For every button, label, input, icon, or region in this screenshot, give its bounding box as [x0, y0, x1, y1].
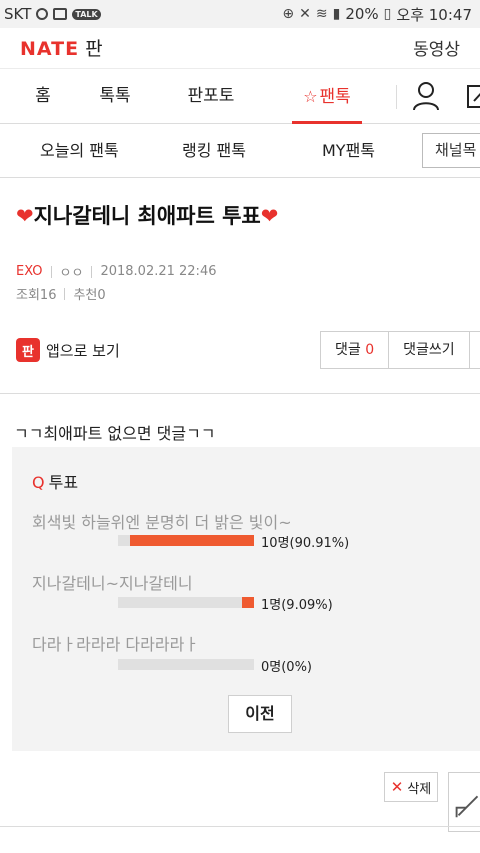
tab-fantalk[interactable]: ☆ 팬톡	[292, 69, 362, 124]
meta-separator	[50, 265, 52, 278]
share-float-icon[interactable]	[448, 772, 480, 832]
post-date: 2018.02.21 22:46	[100, 264, 217, 279]
poll-option-result: 0명(0%)	[261, 660, 312, 675]
poll-box: Q 투표 회색빛 하늘위엔 분명히 더 밝은 빛이~ 10명(90.91%) 지나…	[12, 447, 480, 751]
poll-bar-track	[118, 597, 254, 608]
view-count: 조회16	[16, 288, 57, 303]
heart-icon: ❤	[260, 204, 279, 228]
comment-button-group: 댓글 0 댓글쓰기 ·	[320, 331, 480, 369]
notification-dot-icon	[36, 8, 49, 20]
article-stats: 조회16 추천0	[16, 284, 106, 303]
channel-list-button[interactable]: 채널목	[422, 133, 480, 168]
comments-button[interactable]: 댓글 0	[321, 332, 390, 368]
kakaotalk-icon: TALK	[72, 8, 101, 20]
pan-app-icon: 판	[16, 338, 40, 362]
article-meta: EXO ㅇㅇ 2018.02.21 22:46	[16, 262, 216, 281]
tab-panphoto[interactable]: 판포토	[186, 69, 236, 124]
battery-level: 20%	[345, 5, 379, 23]
poll-option-result: 10명(90.91%)	[261, 536, 350, 551]
open-in-app-label: 앱으로 보기	[46, 341, 120, 360]
heart-icon: ❤	[16, 204, 34, 228]
signal-icon: ▮	[332, 6, 341, 22]
delete-label: 삭제	[407, 781, 432, 797]
poll-option-result: 1명(9.09%)	[261, 598, 333, 613]
page: SKT TALK ⊕ ✕ ≋ ▮ 20% ▯ 오후 10:47 NATE 판 동…	[0, 0, 480, 853]
meta-separator	[91, 265, 93, 278]
delete-button[interactable]: ✕ 삭제	[384, 772, 438, 802]
bottom-divider	[0, 826, 480, 827]
close-icon: ✕	[390, 778, 404, 796]
tab-toktok[interactable]: 톡톡	[98, 69, 132, 124]
logo-brand: NATE	[20, 37, 80, 60]
poll-q-label: Q	[32, 473, 45, 492]
battery-icon: ▯	[383, 6, 392, 22]
sub-nav: 오늘의 팬톡 랭킹 팬톡 MY팬톡	[0, 124, 480, 178]
poll-option-text[interactable]: 다라ㅏ라라라 다라라라ㅏ	[32, 631, 199, 655]
sync-icon: ⊕	[282, 6, 295, 22]
tab-home[interactable]: 홈	[28, 69, 58, 124]
poll-option-text[interactable]: 회색빛 하늘위엔 분명히 더 밝은 빛이~	[32, 509, 292, 533]
poll-prev-button[interactable]: 이전	[228, 695, 292, 733]
open-in-app-button[interactable]: 판 앱으로 보기	[16, 338, 120, 362]
meta-separator	[64, 287, 66, 300]
user-icon[interactable]	[412, 81, 440, 111]
nav-divider	[396, 85, 397, 109]
mute-icon: ✕	[299, 6, 311, 22]
subtab-my-fantalk[interactable]: MY팬톡	[322, 124, 375, 177]
page-title: ❤지나갈테니 최애파트 투표❤	[16, 200, 278, 230]
wifi-icon: ≋	[315, 6, 328, 22]
nate-pan-logo[interactable]: NATE 판	[20, 34, 103, 61]
author-name: ㅇㅇ	[59, 266, 84, 281]
poll-bar-fill	[241, 597, 254, 608]
main-nav: 홈 톡톡 판포토 ☆ 팬톡	[0, 68, 480, 124]
poll-bar-track	[118, 535, 254, 546]
poll-bar-fill	[130, 535, 254, 546]
status-bar: SKT TALK ⊕ ✕ ≋ ▮ 20% ▯ 오후 10:47	[0, 0, 480, 28]
tab-fantalk-label: 팬톡	[319, 87, 351, 107]
category-link[interactable]: EXO	[16, 264, 43, 279]
recommend-count: 추천0	[73, 288, 106, 303]
subtab-ranking-fantalk[interactable]: 랭킹 팬톡	[182, 124, 246, 177]
write-icon[interactable]	[466, 83, 480, 109]
poll-title: Q 투표	[32, 469, 78, 493]
subtab-today-fantalk[interactable]: 오늘의 팬톡	[40, 124, 119, 177]
comment-count: 0	[365, 342, 375, 358]
clock: 오후 10:47	[396, 5, 472, 24]
poll-bar-track	[118, 659, 254, 670]
article-body: ㄱㄱ최애파트 없으면 댓글ㄱㄱ	[14, 424, 216, 443]
app-header: NATE 판 동영상	[0, 28, 480, 66]
write-comment-button[interactable]: 댓글쓰기	[389, 332, 470, 368]
comments-label: 댓글	[335, 342, 361, 358]
divider	[0, 393, 480, 394]
logo-section: 판	[85, 37, 103, 60]
gallery-icon	[53, 8, 68, 20]
poll-option-text[interactable]: 지나갈테니~지나갈테니	[32, 570, 193, 594]
title-text: 지나갈테니 최애파트 투표	[33, 204, 261, 228]
video-link[interactable]: 동영상	[413, 35, 460, 60]
poll-title-text: 투표	[48, 473, 79, 492]
star-icon: ☆	[303, 87, 318, 106]
more-button[interactable]: ·	[470, 332, 480, 368]
carrier-label: SKT	[4, 5, 32, 23]
